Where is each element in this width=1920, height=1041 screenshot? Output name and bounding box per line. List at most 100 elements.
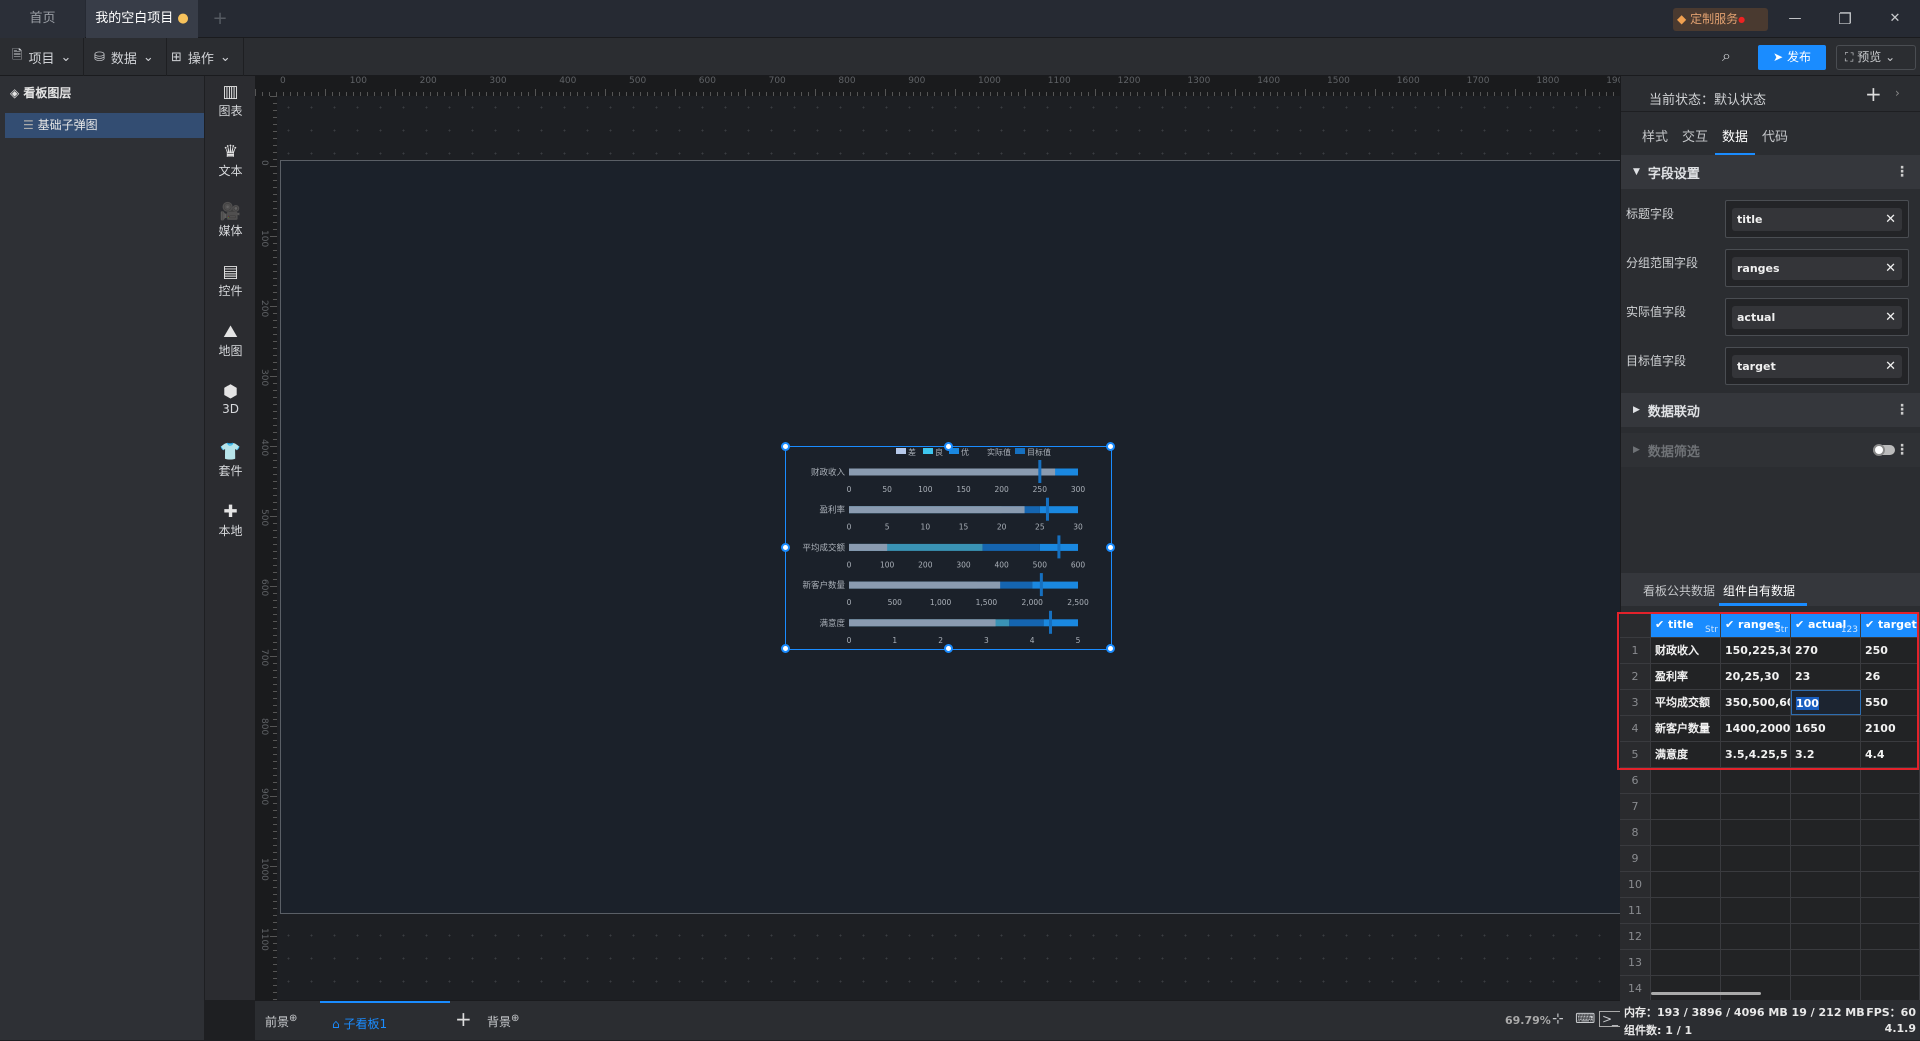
field-select-actual[interactable]: actual ✕ (1725, 298, 1909, 336)
table-horizontal-scrollbar[interactable] (1651, 992, 1761, 995)
table-cell[interactable] (1721, 898, 1791, 923)
resize-handle[interactable] (781, 543, 790, 552)
add-state-button[interactable]: + (1865, 82, 1882, 106)
table-cell[interactable] (1651, 950, 1721, 975)
table-cell[interactable] (1791, 846, 1861, 871)
table-cell[interactable] (1721, 794, 1791, 819)
tab-home[interactable]: 首页 (0, 0, 85, 38)
table-cell[interactable] (1861, 976, 1920, 1001)
table-cell[interactable] (1651, 898, 1721, 923)
component-1[interactable]: ▥ 图表 (205, 82, 256, 119)
tab-2[interactable]: 数据 (1715, 118, 1756, 155)
tab-background[interactable]: 背景⊕ (487, 1013, 519, 1030)
more-icon[interactable]: ⋮ (1895, 164, 1909, 180)
field-select-target[interactable]: target ✕ (1725, 347, 1909, 385)
layer-item-bullet-chart[interactable]: ☰ 基础子弹图 (5, 113, 204, 138)
tab-component-data[interactable]: 组件自有数据 (1723, 582, 1795, 599)
clear-icon[interactable]: ✕ (1885, 257, 1896, 280)
data-filter-section[interactable]: ▶ 数据筛选 ⋮ (1621, 433, 1920, 467)
component-7[interactable]: 👕 套件 (205, 442, 256, 479)
more-icon[interactable]: ⋮ (1895, 402, 1909, 418)
clear-icon[interactable]: ✕ (1885, 306, 1896, 329)
selection-box[interactable] (781, 442, 1115, 653)
fit-screen-icon[interactable]: ⊹ (1552, 1011, 1564, 1027)
table-cell[interactable] (1791, 898, 1861, 923)
menu-project[interactable]: 🗎 项目 ⌄ (0, 38, 85, 76)
minimize-button[interactable]: — (1780, 0, 1810, 38)
component-3[interactable]: 🎥 媒体 (205, 202, 256, 239)
field-select-ranges[interactable]: ranges ✕ (1725, 249, 1909, 287)
restore-button[interactable]: ❐ (1830, 0, 1860, 38)
console-icon[interactable]: >_ (1599, 1011, 1622, 1027)
table-cell[interactable] (1791, 820, 1861, 845)
menu-operate[interactable]: ⊞ 操作 ⌄ (159, 38, 244, 76)
table-cell[interactable] (1651, 768, 1721, 793)
resize-handle[interactable] (1106, 644, 1115, 653)
keyboard-icon[interactable]: ⌨ (1575, 1011, 1595, 1027)
table-cell[interactable] (1721, 768, 1791, 793)
table-cell[interactable] (1861, 872, 1920, 897)
table-cell[interactable] (1861, 794, 1920, 819)
table-cell[interactable] (1791, 924, 1861, 949)
add-circle-icon[interactable]: ⊕ (289, 1013, 297, 1024)
tab-board-public-data[interactable]: 看板公共数据 (1643, 582, 1715, 599)
clear-icon[interactable]: ✕ (1885, 208, 1896, 231)
field-settings-section[interactable]: ▼ 字段设置 ⋮ (1621, 155, 1920, 189)
table-cell[interactable] (1861, 950, 1920, 975)
table-cell[interactable] (1791, 950, 1861, 975)
table-cell[interactable] (1861, 924, 1920, 949)
search-icon[interactable]: ⌕ (1722, 46, 1731, 66)
table-cell[interactable] (1791, 768, 1861, 793)
tab-0[interactable]: 样式 (1635, 118, 1675, 155)
table-cell[interactable] (1651, 924, 1721, 949)
component-8[interactable]: ✚ 本地 (205, 502, 256, 539)
tab-foreground[interactable]: 前景⊕ (265, 1013, 297, 1030)
table-cell[interactable] (1651, 976, 1721, 1001)
tab-sub-board-1[interactable]: ⌂ 子看板1 (320, 1001, 450, 1041)
filter-toggle[interactable] (1873, 444, 1895, 456)
resize-handle[interactable] (1106, 543, 1115, 552)
close-button[interactable]: ✕ (1880, 0, 1910, 38)
add-tab-button[interactable]: + (205, 0, 235, 38)
tab-project[interactable]: 我的空白项目 ● (86, 0, 198, 38)
component-2[interactable]: ♛ 文本 (205, 142, 256, 179)
table-cell[interactable] (1721, 846, 1791, 871)
table-cell[interactable] (1861, 846, 1920, 871)
table-cell[interactable] (1861, 898, 1920, 923)
data-linkage-section[interactable]: ▶ 数据联动 ⋮ (1621, 393, 1920, 427)
publish-button[interactable]: ➤ 发布 (1758, 45, 1826, 70)
table-cell[interactable] (1861, 768, 1920, 793)
table-cell[interactable] (1721, 924, 1791, 949)
add-circle-icon[interactable]: ⊕ (511, 1013, 519, 1024)
resize-handle[interactable] (1106, 442, 1115, 451)
table-cell[interactable] (1861, 820, 1920, 845)
table-cell[interactable] (1721, 950, 1791, 975)
preview-button[interactable]: ⛶ 预览 ⌄ (1836, 45, 1916, 70)
table-cell[interactable] (1651, 846, 1721, 871)
custom-service-button[interactable]: ◆ 定制服务● (1673, 8, 1768, 31)
field-select-title[interactable]: title ✕ (1725, 200, 1909, 238)
table-cell[interactable] (1651, 872, 1721, 897)
table-cell[interactable] (1651, 794, 1721, 819)
chevron-right-icon[interactable]: › (1895, 86, 1900, 100)
table-cell[interactable] (1791, 794, 1861, 819)
resize-handle[interactable] (781, 442, 790, 451)
resize-handle[interactable] (781, 644, 790, 653)
table-cell[interactable] (1651, 820, 1721, 845)
table-cell[interactable] (1721, 872, 1791, 897)
resize-handle[interactable] (943, 442, 953, 451)
menu-data[interactable]: ⛁ 数据 ⌄ (82, 38, 167, 76)
component-6[interactable]: ⬢ 3D (205, 382, 256, 416)
table-cell[interactable] (1721, 820, 1791, 845)
table-cell[interactable] (1791, 976, 1861, 1001)
more-icon[interactable]: ⋮ (1895, 442, 1909, 458)
tab-3[interactable]: 代码 (1755, 118, 1795, 155)
table-cell[interactable] (1791, 872, 1861, 897)
component-4[interactable]: ▤ 控件 (205, 262, 256, 299)
table-cell[interactable] (1721, 976, 1791, 1001)
resize-handle[interactable] (943, 644, 953, 653)
tab-1[interactable]: 交互 (1675, 118, 1715, 155)
clear-icon[interactable]: ✕ (1885, 355, 1896, 378)
component-5[interactable]: ⛰ 地图 (205, 322, 256, 359)
add-board-button[interactable]: + (455, 1007, 472, 1031)
